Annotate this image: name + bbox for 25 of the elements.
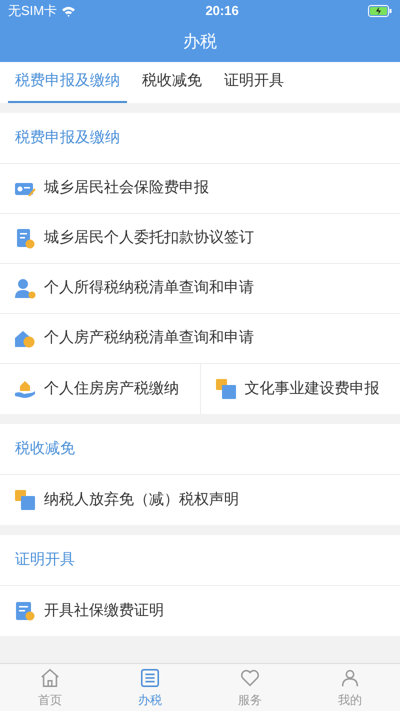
hand-house-icon bbox=[14, 378, 36, 400]
squares-icon bbox=[14, 489, 36, 511]
clock-text: 20:16 bbox=[205, 2, 239, 20]
page-title: 办税 bbox=[183, 31, 217, 54]
service-item[interactable]: 纳税人放弃免（减）税权声明 bbox=[0, 475, 400, 525]
document-icon bbox=[14, 228, 36, 250]
section-title: 税费申报及缴纳 bbox=[15, 128, 120, 148]
service-item[interactable]: 个人住房房产税缴纳 bbox=[0, 364, 200, 414]
certificate-icon bbox=[14, 600, 36, 622]
list-icon bbox=[139, 666, 161, 688]
service-item[interactable]: 个人房产税纳税清单查询和申请 bbox=[0, 314, 400, 363]
service-item[interactable]: 城乡居民社会保险费申报 bbox=[0, 164, 400, 213]
section-title: 税收减免 bbox=[15, 438, 75, 459]
home-icon bbox=[39, 666, 61, 688]
section-title: 证明开具 bbox=[15, 550, 75, 570]
tab[interactable]: 证明开具 bbox=[217, 62, 291, 103]
service-item[interactable]: 开具社保缴费证明 bbox=[0, 586, 400, 636]
carrier-text: 无SIM卡 bbox=[8, 2, 58, 20]
service-item[interactable]: 城乡居民个人委托扣款协议签订 bbox=[0, 214, 400, 263]
service-item[interactable]: 个人所得税纳税清单查询和申请 bbox=[0, 264, 400, 313]
person-icon bbox=[14, 278, 36, 300]
wifi-icon bbox=[61, 6, 76, 16]
squares-icon bbox=[214, 378, 236, 400]
service-item[interactable]: 文化事业建设费申报 bbox=[200, 364, 400, 414]
tab[interactable]: 税收减免 bbox=[135, 62, 209, 103]
